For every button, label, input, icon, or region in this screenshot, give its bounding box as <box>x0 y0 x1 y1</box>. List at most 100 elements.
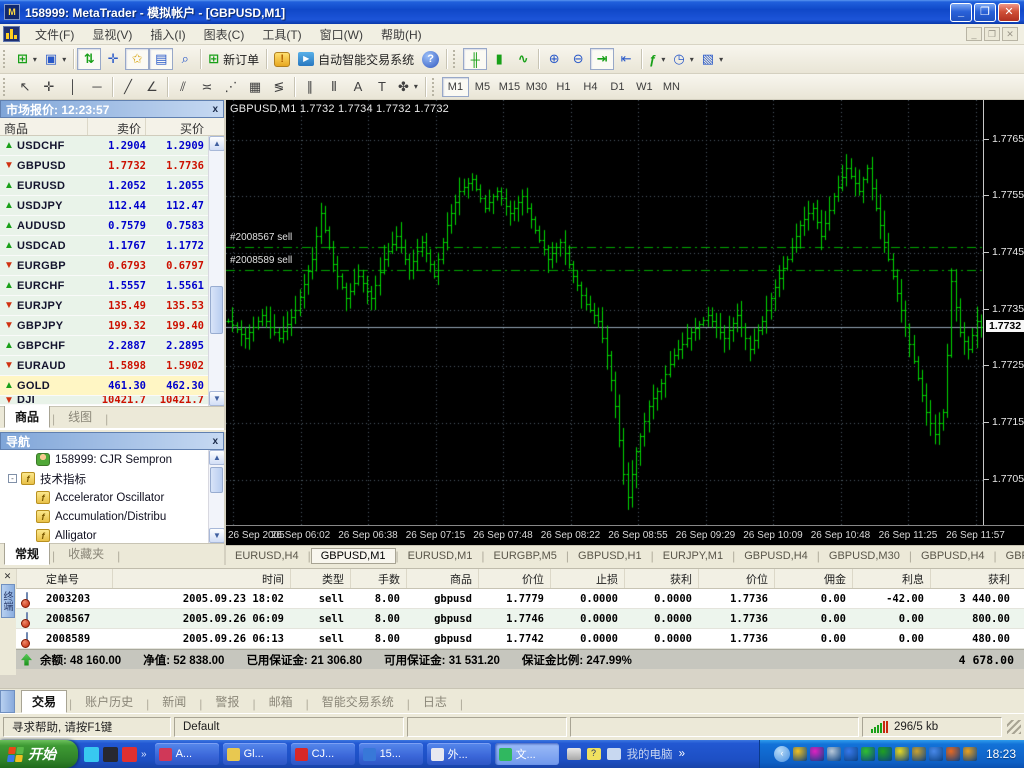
order-row[interactable]: 2008589 2005.09.26 06:13 sell 8.00 gbpusd 1.7… <box>16 629 1024 649</box>
market-watch-button[interactable]: ⇅ <box>77 48 102 70</box>
navigator-tab-1[interactable]: 收藏夹 <box>57 542 115 565</box>
tray-collapse-icon[interactable]: ‹ <box>773 746 790 762</box>
fibo-grid-button[interactable]: ▦ <box>243 76 267 98</box>
task-button-5[interactable]: 文... <box>494 743 559 765</box>
chart-tab-6[interactable]: GBPUSD,H4 <box>735 549 817 563</box>
tray-icon[interactable] <box>826 747 841 761</box>
order-row[interactable]: 2003203 2005.09.23 18:02 sell 8.00 gbpusd 1.7… <box>16 589 1024 609</box>
navigator-item[interactable]: f Accumulation/Distribu <box>0 507 208 526</box>
column-header-8[interactable]: 价位 <box>698 569 774 588</box>
task-button-3[interactable]: 15... <box>358 743 423 765</box>
zoom-out-button[interactable]: ⊖ <box>566 48 590 70</box>
chart-tab-4[interactable]: GBPUSD,H1 <box>569 549 651 563</box>
text-label-button[interactable]: T <box>370 76 394 98</box>
line-chart-button[interactable]: ∿ <box>511 48 535 70</box>
quick-launch-icon[interactable] <box>103 746 118 762</box>
terminal-tab-1[interactable]: 账户历史 <box>74 690 144 713</box>
period-mn-button[interactable]: MN <box>658 77 685 97</box>
tray-icon[interactable] <box>945 747 960 761</box>
horizontal-line-button[interactable]: ─ <box>85 76 109 98</box>
arrows-button[interactable]: ✤ ▾ <box>394 76 422 98</box>
trendline-button[interactable]: ╱ <box>116 76 140 98</box>
chart-shift-button[interactable]: ⇤ <box>614 48 638 70</box>
navigator-scrollbar[interactable]: ▲ ▼ <box>208 450 224 543</box>
chart-tab-1[interactable]: GBPUSD,M1 <box>310 547 396 564</box>
quick-launch-icon[interactable] <box>122 746 137 762</box>
keyboard-icon[interactable] <box>566 748 581 760</box>
navigator-item[interactable]: f Accelerator Oscillator <box>0 488 208 507</box>
market-row[interactable]: ▼ GBPUSD 1.7732 1.7736 <box>0 156 208 176</box>
market-row[interactable]: ▲ USDJPY 112.44 112.47 <box>0 196 208 216</box>
tree-expander-icon[interactable]: - <box>8 474 17 483</box>
mdi-close-button[interactable]: ✕ <box>1002 27 1018 41</box>
market-row[interactable]: ▲ GOLD 461.30 462.30 <box>0 376 208 396</box>
terminal-tab-5[interactable]: 智能交易系统 <box>311 690 405 713</box>
equidistant-channel-button[interactable]: ⫽ <box>171 76 195 98</box>
restore-button[interactable]: ❐ <box>974 2 996 22</box>
scroll-up-icon[interactable]: ▲ <box>209 136 224 151</box>
period-h1-button[interactable]: H1 <box>550 77 577 97</box>
column-header-3[interactable]: 手数 <box>350 569 406 588</box>
period-m30-button[interactable]: M30 <box>523 77 550 97</box>
terminal-tab-4[interactable]: 邮箱 <box>258 690 304 713</box>
market-row[interactable]: ▼ DJI 10421.7 10421.7 <box>0 396 208 405</box>
toolbar-grip[interactable] <box>431 77 439 96</box>
indicators-button[interactable]: ƒ ▾ <box>645 48 669 70</box>
cursor-button[interactable]: ↖ <box>13 76 37 98</box>
dropdown-arrow-icon[interactable]: ▾ <box>690 55 694 64</box>
dropdown-arrow-icon[interactable]: ▾ <box>62 55 66 64</box>
important-button[interactable]: ! <box>270 48 294 70</box>
chart-tab-2[interactable]: EURUSD,M1 <box>399 549 482 563</box>
terminal-vertical-title[interactable]: 终端 <box>1 584 15 618</box>
tray-icon[interactable] <box>877 747 892 761</box>
navigator-tab-0[interactable]: 常规 <box>4 542 51 565</box>
market-row[interactable]: ▼ EURJPY 135.49 135.53 <box>0 296 208 316</box>
data-window-button[interactable]: ✛ <box>101 48 125 70</box>
tray-icon[interactable] <box>843 747 858 761</box>
dropdown-arrow-icon[interactable]: ▾ <box>661 55 665 64</box>
scroll-up-icon[interactable]: ▲ <box>209 450 224 465</box>
price-axis[interactable]: 1.7765 1.7755 1.7745 1.7735 1.7725 1.7715 1.77… <box>983 100 1024 525</box>
mdi-minimize-button[interactable]: _ <box>966 27 982 41</box>
period-h4-button[interactable]: H4 <box>577 77 604 97</box>
navigator-close-icon[interactable]: x <box>212 436 218 447</box>
scrollbar-thumb[interactable] <box>210 467 223 493</box>
more-icon[interactable]: » <box>141 749 147 760</box>
market-row[interactable]: ▲ AUDUSD 0.7579 0.7583 <box>0 216 208 236</box>
menu-item-4[interactable]: 工具(T) <box>253 24 310 45</box>
order-row[interactable]: 2008567 2005.09.26 06:09 sell 8.00 gbpusd 1.7… <box>16 609 1024 629</box>
fibo-fan-button[interactable]: ⋰ <box>219 76 243 98</box>
scroll-down-icon[interactable]: ▼ <box>209 528 224 543</box>
help-button[interactable]: ? <box>418 48 443 70</box>
terminal-button[interactable]: ▤ <box>149 48 174 70</box>
column-header-7[interactable]: 获利 <box>624 569 698 588</box>
market-row[interactable]: ▲ USDCHF 1.2904 1.2909 <box>0 136 208 156</box>
dropdown-arrow-icon[interactable]: ▾ <box>414 82 418 91</box>
navigator-item[interactable]: f Alligator <box>0 526 208 543</box>
navigator-button[interactable]: ✩ <box>125 48 150 70</box>
task-button-2[interactable]: CJ... <box>290 743 355 765</box>
chart-tab-7[interactable]: GBPUSD,M30 <box>820 549 909 563</box>
time-axis[interactable]: 26 Sep 2005 26 Sep 06:02 26 Sep 06:38 26 Se… <box>226 525 1024 545</box>
toolbar-grip[interactable] <box>3 50 10 68</box>
toolbar-grip[interactable] <box>453 50 460 68</box>
terminal-close-icon[interactable]: ✕ <box>1 570 14 583</box>
period-m15-button[interactable]: M15 <box>496 77 523 97</box>
terminal-tab-6[interactable]: 日志 <box>412 690 458 713</box>
column-header-11[interactable]: 获利 <box>930 569 1016 588</box>
period-w1-button[interactable]: W1 <box>631 77 658 97</box>
toolbar-grip[interactable] <box>3 77 10 96</box>
menu-item-2[interactable]: 插入(I) <box>141 24 194 45</box>
market-row[interactable]: ▲ EURCHF 1.5557 1.5561 <box>0 276 208 296</box>
text-button[interactable]: A <box>346 76 370 98</box>
price-chart-canvas[interactable] <box>226 100 983 525</box>
market-row[interactable]: ▲ USDCAD 1.1767 1.1772 <box>0 236 208 256</box>
dropdown-arrow-icon[interactable]: ▾ <box>33 55 37 64</box>
mdi-restore-button[interactable]: ❐ <box>984 27 1000 41</box>
task-button-4[interactable]: 外... <box>426 743 491 765</box>
fibo-lines-button[interactable]: ≶ <box>267 76 291 98</box>
crosshair-button[interactable]: ✛ <box>37 76 61 98</box>
tray-icon[interactable] <box>792 747 807 761</box>
column-header-0[interactable]: 定单号 <box>40 569 112 588</box>
quick-launch-icon[interactable] <box>84 746 99 762</box>
